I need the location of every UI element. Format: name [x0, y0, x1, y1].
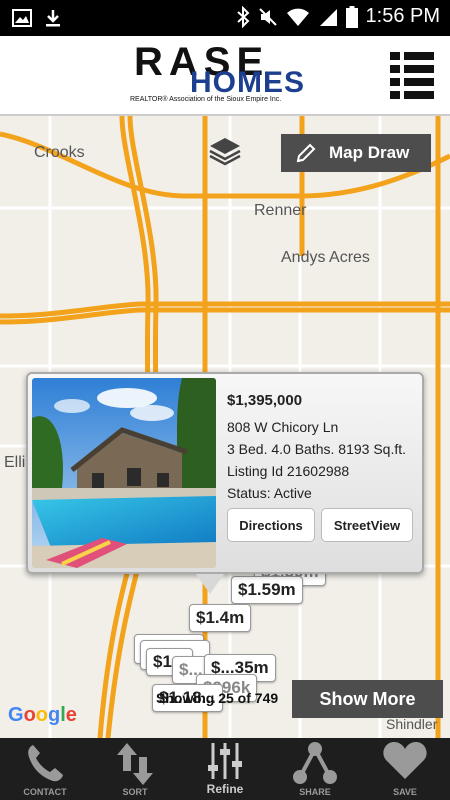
popup-pointer — [196, 574, 224, 594]
tab-sort[interactable]: SORT — [90, 738, 180, 800]
price-marker[interactable]: $1.4m — [189, 604, 252, 632]
status-time: 1:56 PM — [365, 5, 440, 27]
share-icon — [293, 742, 337, 784]
show-more-button[interactable]: Show More — [292, 680, 443, 718]
tab-contact[interactable]: CONTACT — [0, 738, 90, 800]
bottom-nav: CONTACT SORT Refine SHARE SAVE — [0, 738, 450, 800]
listing-info: $1,395,000 808 W Chicory Ln 3 Bed. 4.0 B… — [227, 390, 406, 504]
wifi-icon — [286, 8, 309, 26]
results-count: Showing 25 of 749 — [156, 690, 279, 706]
heart-icon — [383, 742, 427, 779]
download-icon — [46, 10, 60, 27]
price-marker[interactable]: $1.59m — [231, 576, 303, 604]
phone-icon — [28, 745, 63, 782]
mute-icon — [258, 7, 277, 26]
listing-photo[interactable] — [32, 378, 216, 568]
listing-id: Listing Id 21602988 — [227, 463, 350, 479]
map-view[interactable]: Crooks Renner Andys Acres Ellis Shindler… — [0, 116, 450, 738]
listing-details: 3 Bed. 4.0 Baths. 8193 Sq.ft. — [227, 441, 407, 457]
pencil-icon — [296, 143, 316, 163]
layers-icon — [209, 138, 241, 166]
place-label: Shindler — [386, 716, 438, 732]
listing-price: $1,395,000 — [227, 392, 303, 409]
signal-icon — [319, 8, 337, 26]
place-label: Crooks — [34, 144, 85, 161]
listing-popup[interactable]: $1,395,000 808 W Chicory Ln 3 Bed. 4.0 B… — [26, 372, 424, 574]
logo-tagline: REALTOR® Association of the Sioux Empire… — [130, 96, 282, 103]
streetview-button[interactable]: StreetView — [321, 508, 413, 542]
place-label: Andys Acres — [281, 249, 370, 266]
directions-button[interactable]: Directions — [227, 508, 315, 542]
rase-homes-logo[interactable]: RASE HOMES REALTOR® Association of the S… — [128, 40, 323, 108]
gallery-icon — [12, 9, 32, 27]
sort-arrows-icon — [117, 743, 153, 785]
tab-refine[interactable]: Refine — [180, 738, 270, 800]
map-draw-button[interactable]: Map Draw — [281, 134, 431, 172]
battery-icon — [345, 5, 358, 28]
logo-homes-text: HOMES — [190, 66, 306, 99]
google-attribution: Google — [8, 704, 77, 726]
app-header: RASE HOMES REALTOR® Association of the S… — [0, 36, 450, 116]
listing-address: 808 W Chicory Ln — [227, 419, 339, 435]
house-pool-photo — [32, 378, 216, 568]
sliders-icon — [208, 743, 242, 779]
map-draw-label: Map Draw — [329, 143, 410, 162]
list-menu-icon — [390, 52, 434, 99]
tab-save[interactable]: SAVE — [360, 738, 450, 800]
map-layers-button[interactable] — [207, 136, 243, 168]
status-bar: 1:56 PM — [0, 0, 450, 36]
bluetooth-icon — [236, 5, 249, 28]
menu-button[interactable] — [388, 50, 436, 100]
listing-status: Status: Active — [227, 485, 312, 501]
tab-share[interactable]: SHARE — [270, 738, 360, 800]
place-label: Renner — [254, 202, 307, 219]
